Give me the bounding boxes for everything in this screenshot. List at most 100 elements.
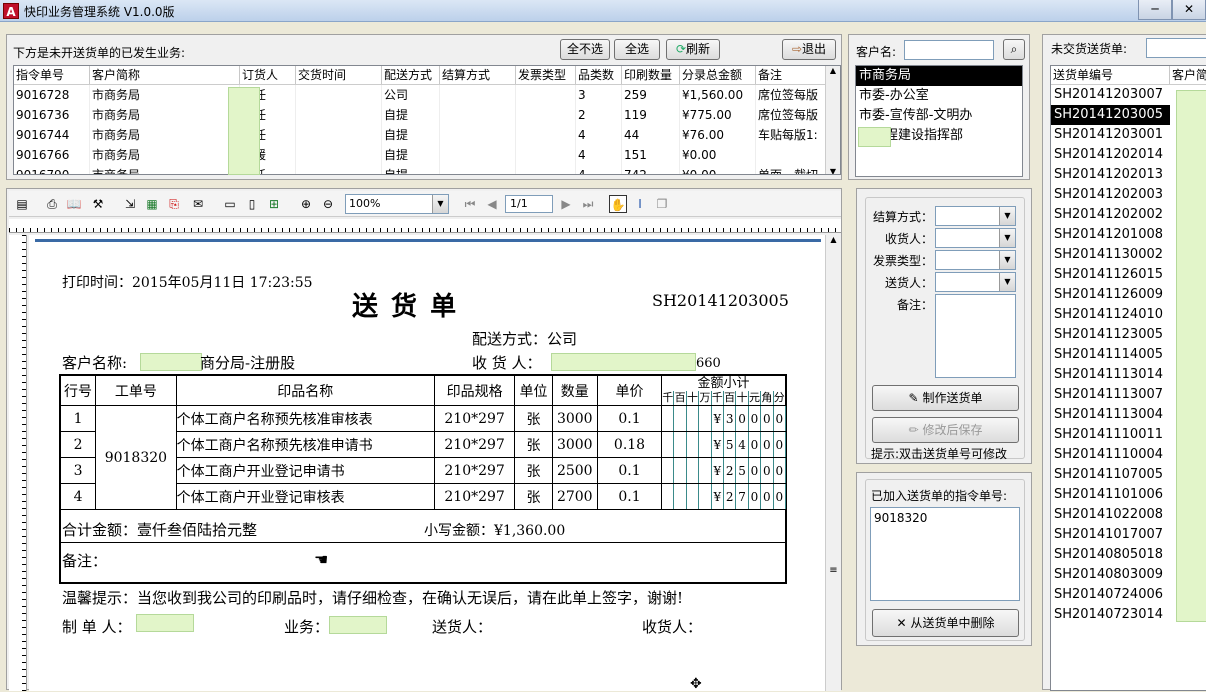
- delivery-list-item[interactable]: SH20141110004: [1051, 445, 1170, 465]
- amount-digit: ¥: [710, 405, 725, 432]
- col-header[interactable]: 分录总金额: [680, 66, 756, 84]
- table-row[interactable]: 9016790市商务局主任自提4742¥0.00单面，截切: [14, 165, 840, 174]
- delivery-list-item[interactable]: SH20140723014: [1051, 605, 1170, 625]
- digit-label: 十: [685, 390, 698, 405]
- exit-button[interactable]: ⇨退出: [782, 39, 836, 60]
- hand-tool-icon[interactable]: ✋: [609, 195, 627, 213]
- delivery-list-item[interactable]: SH20141113004: [1051, 405, 1170, 425]
- delivery-form-panel: 结算方式： ▼ 收货人： ▼ 发票类型： ▼ 送货人： ▼ 备注： ✎ 制作送货…: [856, 188, 1032, 464]
- invoice-select[interactable]: ▼: [935, 250, 1016, 270]
- amount-digit: 0: [747, 431, 762, 458]
- preview-scrollbar[interactable]: ▲ ≡: [825, 235, 841, 691]
- save-changes-button[interactable]: ✏ 修改后保存: [872, 417, 1019, 443]
- copy-icon[interactable]: ❐: [653, 195, 671, 213]
- added-orders-list[interactable]: 9018320: [870, 507, 1020, 601]
- zoom-in-icon[interactable]: ⊕: [297, 195, 315, 213]
- table-row[interactable]: 9016736市商务局主任自提2119¥775.00席位签每版: [14, 105, 840, 125]
- delivery-list-item[interactable]: SH20141110011: [1051, 425, 1170, 445]
- delivery-list-item[interactable]: SH20141114005: [1051, 345, 1170, 365]
- minimize-button[interactable]: ─: [1138, 0, 1172, 20]
- close-button[interactable]: ✕: [1172, 0, 1206, 20]
- table-row[interactable]: 9016728市商务局主任公司3259¥1,560.00席位签每版: [14, 85, 840, 105]
- delivery-list-item[interactable]: SH20140803009: [1051, 565, 1170, 585]
- delivery-list-item[interactable]: SH20141130002: [1051, 245, 1170, 265]
- col-header[interactable]: 客户简称: [90, 66, 240, 84]
- delivery-list-item[interactable]: SH20141126009: [1051, 285, 1170, 305]
- first-page-icon[interactable]: ⏮: [461, 195, 479, 213]
- delivery-list-item[interactable]: SH20140724006: [1051, 585, 1170, 605]
- col-header[interactable]: 配送方式: [382, 66, 440, 84]
- delivery-list-item[interactable]: SH20141101006: [1051, 485, 1170, 505]
- delivery-list-item[interactable]: SH20141113007: [1051, 385, 1170, 405]
- customer-list[interactable]: 市商务局 市委-办公室 市委-宣传部-文明办 县工程建设指挥部: [855, 65, 1023, 177]
- page-number-input[interactable]: 1/1: [505, 195, 553, 213]
- customer-list-item[interactable]: 市商务局: [856, 66, 1022, 86]
- receiver-select[interactable]: ▼: [935, 228, 1016, 248]
- zoom-out-icon[interactable]: ⊖: [319, 195, 337, 213]
- multi-page-icon[interactable]: ⊞: [265, 195, 283, 213]
- table-row[interactable]: 9016744市商务局主任自提444¥76.00车贴每版1:: [14, 125, 840, 145]
- sender-select[interactable]: ▼: [935, 272, 1016, 292]
- col-header[interactable]: 结算方式: [440, 66, 516, 84]
- delivery-list-item[interactable]: SH20141201008: [1051, 225, 1170, 245]
- col-header[interactable]: 订货人: [240, 66, 296, 84]
- delivery-list-item[interactable]: SH20141203007: [1051, 85, 1170, 105]
- prev-page-icon[interactable]: ◀: [483, 195, 501, 213]
- delivery-list-item[interactable]: SH20141017007: [1051, 525, 1170, 545]
- delivery-list-item[interactable]: SH20141123005: [1051, 325, 1170, 345]
- delivery-list-item[interactable]: SH20141202002: [1051, 205, 1170, 225]
- customer-list-item[interactable]: 市委-办公室: [856, 86, 1022, 106]
- delivery-list-item[interactable]: SH20140805018: [1051, 545, 1170, 565]
- export-icon[interactable]: ⇲: [121, 195, 139, 213]
- delivery-list-item[interactable]: SH20141113014: [1051, 365, 1170, 385]
- delivery-list-item[interactable]: SH20141202013: [1051, 165, 1170, 185]
- make-delivery-button[interactable]: ✎ 制作送货单: [872, 385, 1019, 411]
- customer-list-item[interactable]: 市委-宣传部-文明办: [856, 106, 1022, 126]
- note-textarea[interactable]: [935, 294, 1016, 378]
- col-delivery-no[interactable]: 送货单编号: [1051, 66, 1170, 84]
- delivery-list-item[interactable]: SH20141202014: [1051, 145, 1170, 165]
- pending-search-input[interactable]: [1146, 38, 1206, 58]
- print-icon[interactable]: ⎙: [43, 195, 61, 213]
- customer-search-button[interactable]: ⌕: [1003, 39, 1025, 60]
- zoom-select[interactable]: 100% ▼: [345, 194, 449, 214]
- added-order-item[interactable]: 9018320: [874, 511, 927, 525]
- delivery-list-item[interactable]: SH20141202003: [1051, 185, 1170, 205]
- delivery-list-item[interactable]: SH20141203001: [1051, 125, 1170, 145]
- delivery-table-header: 行号 工单号 印品名称 印品规格 单位 数量 单价 金额小计千百十万千百十元角分: [59, 375, 786, 406]
- table-row[interactable]: 9016766市商务局媛媛自提4151¥0.00: [14, 145, 840, 165]
- single-page-icon[interactable]: ▯: [243, 195, 261, 213]
- refresh-button[interactable]: ⟳刷新: [666, 39, 720, 60]
- col-customer[interactable]: 客户简: [1170, 66, 1206, 84]
- col-header[interactable]: 指令单号: [14, 66, 90, 84]
- excel-icon[interactable]: ▦: [143, 195, 161, 213]
- delivery-list-item[interactable]: SH20141022008: [1051, 505, 1170, 525]
- customer-search-input[interactable]: [904, 40, 994, 60]
- mail-icon[interactable]: ✉: [189, 195, 207, 213]
- thumbnail-icon[interactable]: ▤: [13, 195, 31, 213]
- text-select-icon[interactable]: Ⅰ: [631, 195, 649, 213]
- select-none-button[interactable]: 全不选: [560, 39, 610, 60]
- delivery-list-item[interactable]: SH20141203005: [1051, 105, 1170, 125]
- delivery-list-item[interactable]: SH20141107005: [1051, 465, 1170, 485]
- delivery-list-item[interactable]: SH20141124010: [1051, 305, 1170, 325]
- remove-from-delivery-button[interactable]: ✕ 从送货单中删除: [872, 609, 1019, 637]
- settle-select[interactable]: ▼: [935, 206, 1016, 226]
- col-header[interactable]: 备注: [756, 66, 826, 84]
- next-page-icon[interactable]: ▶: [557, 195, 575, 213]
- table-cell: [296, 145, 382, 165]
- col-header[interactable]: 品类数: [576, 66, 622, 84]
- col-header[interactable]: 交货时间: [296, 66, 382, 84]
- pdf-icon[interactable]: ⎘: [165, 195, 183, 213]
- tools-icon[interactable]: ⚒: [89, 195, 107, 213]
- select-all-button[interactable]: 全选: [614, 39, 660, 60]
- col-header[interactable]: 发票类型: [516, 66, 576, 84]
- last-page-icon[interactable]: ⏭: [579, 195, 597, 213]
- page-setup-icon[interactable]: ▭: [221, 195, 239, 213]
- delivery-list-item[interactable]: SH20141126015: [1051, 265, 1170, 285]
- book-icon[interactable]: 📖: [65, 195, 83, 213]
- table-cell: 自提: [382, 105, 440, 125]
- business-table-scrollbar[interactable]: ▲ ▼: [825, 66, 840, 174]
- col-header[interactable]: 印刷数量: [622, 66, 680, 84]
- business-table-header: 指令单号 客户简称 订货人 交货时间 配送方式 结算方式 发票类型 品类数 印刷数量 分录总金额备…: [14, 66, 840, 85]
